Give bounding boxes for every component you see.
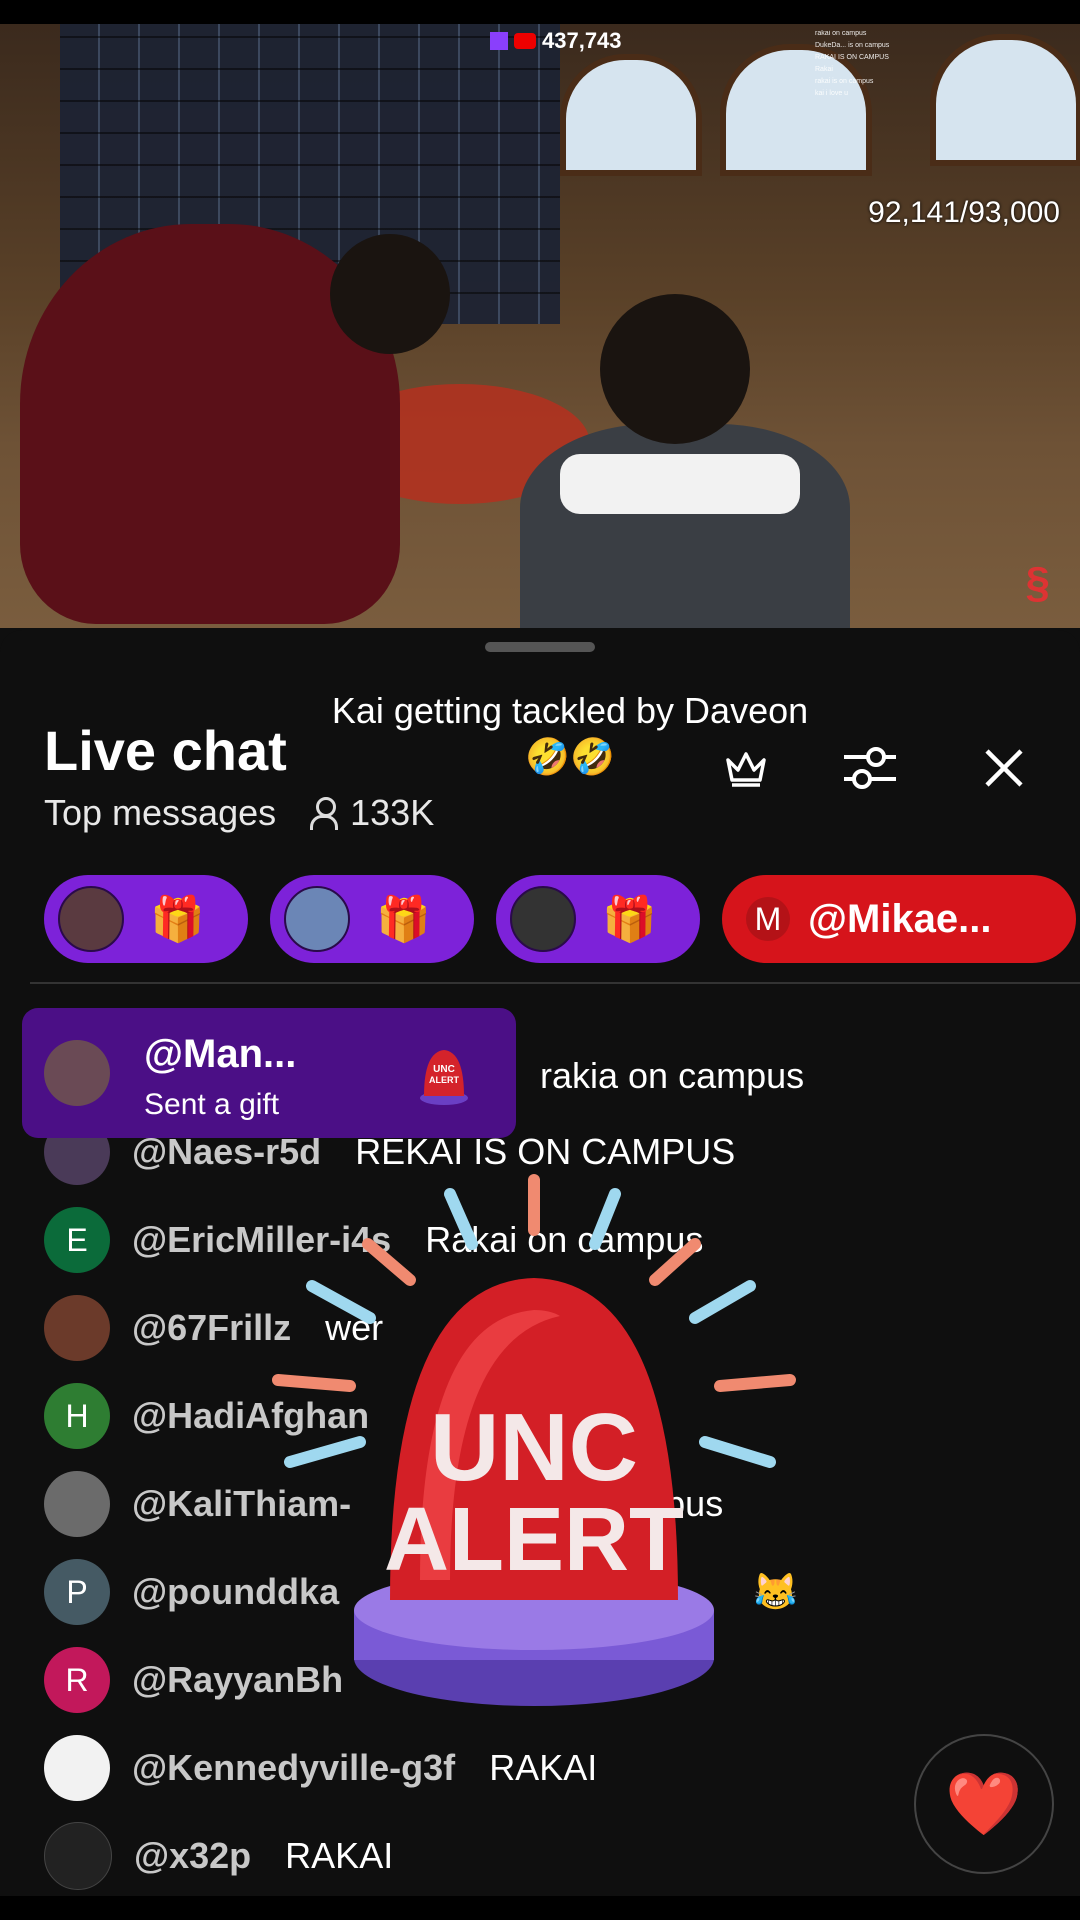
- status-bar: [0, 0, 1080, 24]
- person-head-headphones: [600, 294, 750, 444]
- stream-chat-overlay: rakai on campus DukeDa... is on campus R…: [815, 30, 890, 97]
- gift-notification[interactable]: @Man... Sent a gift UNC ALERT: [22, 1008, 516, 1138]
- sliders-icon[interactable]: [842, 740, 898, 796]
- chat-message: @Kennedyville-g3f RAKAI: [44, 1734, 597, 1802]
- person-head: [330, 234, 450, 354]
- avatar: E: [44, 1207, 110, 1273]
- channel-logo: §: [1025, 558, 1050, 607]
- avatar: [44, 1040, 110, 1106]
- video-player[interactable]: 437,743 rakai on campus DukeDa... is on …: [0, 24, 1080, 628]
- avatar: M: [746, 897, 790, 941]
- svg-text:UNC: UNC: [433, 1064, 455, 1075]
- chat-mode-label: Top messages: [44, 792, 277, 833]
- gift-ticker: 🎁 🎁 🎁 M @Mikae...: [44, 875, 1080, 965]
- gift-chip[interactable]: 🎁: [496, 875, 700, 963]
- arched-window: [560, 54, 702, 176]
- sub-goal-counter: 92,141/93,000: [868, 196, 1060, 229]
- gift-icon: 🎁: [150, 895, 205, 944]
- drag-handle[interactable]: [485, 642, 595, 652]
- nav-bar: [0, 1896, 1080, 1920]
- avatar: P: [44, 1559, 110, 1625]
- person-icon: [308, 795, 339, 831]
- avatar: [44, 1822, 112, 1890]
- gift-icon: 🎁: [376, 895, 431, 944]
- avatar: [284, 886, 350, 952]
- gifter-name: @Man...: [144, 1032, 297, 1076]
- viewer-count-label: 133K: [350, 792, 435, 833]
- twitch-icon: [490, 32, 508, 50]
- chat-message: rakia on campus: [540, 1055, 805, 1096]
- crown-icon[interactable]: [718, 740, 774, 796]
- gift-chip[interactable]: 🎁: [44, 875, 248, 963]
- avatar: [510, 886, 576, 952]
- close-icon[interactable]: [976, 740, 1032, 796]
- pinned-mention-chip[interactable]: M @Mikae...: [722, 875, 1076, 963]
- panel-title: Live chat: [44, 719, 287, 782]
- mention-handle: @Mikae...: [808, 896, 992, 941]
- gift-icon: 🎁: [602, 895, 657, 944]
- person-shirt: [560, 454, 800, 514]
- gift-action: Sent a gift: [144, 1088, 280, 1121]
- heart-icon[interactable]: ❤️: [914, 1734, 1054, 1874]
- chat-mode-selector[interactable]: Top messages 133K: [44, 792, 434, 834]
- svg-text:ALERT: ALERT: [429, 1075, 459, 1085]
- viewer-count: 437,743: [490, 28, 622, 54]
- divider: [30, 982, 1080, 984]
- chat-message: @x32p RAKAI: [44, 1822, 393, 1890]
- avatar: [44, 1295, 110, 1361]
- avatar: [58, 886, 124, 952]
- avatar: [44, 1471, 110, 1537]
- avatar: R: [44, 1647, 110, 1713]
- sticker-line1: UNC: [430, 1394, 638, 1501]
- gift-chip[interactable]: 🎁: [270, 875, 474, 963]
- youtube-icon: [514, 33, 536, 49]
- unc-alert-badge: UNC ALERT: [420, 1050, 468, 1105]
- avatar: [44, 1735, 110, 1801]
- sticker-line2: ALERT: [384, 1490, 684, 1590]
- unc-alert-sticker: UNC ALERT: [272, 1174, 796, 1706]
- avatar: H: [44, 1383, 110, 1449]
